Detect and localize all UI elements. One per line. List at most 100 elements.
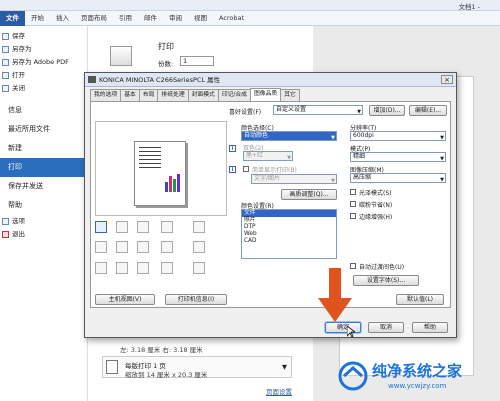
font-settings-button[interactable]: 设置字体(S)... <box>353 275 419 286</box>
close-icon[interactable]: × <box>441 75 453 84</box>
printer-info-button[interactable]: 打印机信息(I) <box>165 294 227 305</box>
tab-basic[interactable]: 基本 <box>120 89 140 101</box>
chevron-down-icon: ▼ <box>357 109 361 115</box>
list-item[interactable]: Web <box>242 231 336 238</box>
title-bar: 文档1 - <box>0 0 500 11</box>
option-icon[interactable] <box>193 221 205 233</box>
twocolor-select[interactable]: 黑+红 ▼ <box>243 151 293 161</box>
cancel-button[interactable]: 取消 <box>368 322 404 333</box>
option-icon[interactable] <box>193 241 205 253</box>
quality-adjust-button[interactable]: 画质调整(Q)... <box>281 189 337 200</box>
menu-save-as[interactable]: 另存为 <box>0 43 87 56</box>
option-icon[interactable] <box>116 221 128 233</box>
edge-enhance-checkbox[interactable] <box>350 213 356 219</box>
chevron-down-icon: ▼ <box>440 135 444 141</box>
favorite-select[interactable]: 自定义设置 ▼ <box>273 105 363 115</box>
watermark: 纯净系统之家 www.ycwjzy.com <box>338 358 496 398</box>
chevron-down-icon: ▼ <box>440 177 444 183</box>
menu-help[interactable]: 帮助 <box>0 196 87 215</box>
tab-view[interactable]: 视图 <box>188 11 213 26</box>
toner-save-checkbox[interactable] <box>350 201 356 207</box>
option-icon[interactable] <box>137 241 149 253</box>
print-title: 打印 <box>158 42 174 51</box>
menu-print[interactable]: 打印 <box>0 158 87 177</box>
list-item[interactable]: 照片 <box>242 217 336 224</box>
chevron-down-icon: ▼ <box>282 363 287 371</box>
tab-layout[interactable]: 布局 <box>138 89 159 101</box>
exit-icon <box>2 231 9 238</box>
simple-print-checkbox[interactable] <box>243 166 249 172</box>
pattern-select[interactable]: 精细 ▼ <box>350 152 446 162</box>
dialog-tabs: 我的选项 基本 布局 排纸处理 封面模式 印记/合成 图像品质 其它 <box>90 88 300 101</box>
tab-image-quality[interactable]: 图像品质 <box>249 88 282 101</box>
menu-recent[interactable]: 最近所用文件 <box>0 120 87 139</box>
menu-close[interactable]: 关闭 <box>0 82 87 95</box>
tab-home[interactable]: 开始 <box>25 11 50 26</box>
printer-view-button[interactable]: 主机视图(V) <box>95 294 155 305</box>
default-button[interactable]: 默认值(L) <box>396 294 444 305</box>
tab-file[interactable]: 文件 <box>0 11 25 26</box>
list-item[interactable]: CAD <box>242 238 336 245</box>
edit-button[interactable]: 编辑(E)... <box>409 105 447 116</box>
document-thumbnail <box>134 141 186 206</box>
option-icon[interactable] <box>95 241 107 253</box>
tab-cover-mode[interactable]: 封面模式 <box>187 89 219 101</box>
printer-icon <box>88 76 96 83</box>
option-icon[interactable] <box>161 241 173 253</box>
tab-other[interactable]: 其它 <box>280 89 300 101</box>
tab-my-options[interactable]: 我的选项 <box>90 89 122 101</box>
tab-review[interactable]: 审阅 <box>163 11 188 26</box>
toner-save-label: 碳粉节省(N) <box>359 202 393 209</box>
printer-icon[interactable] <box>110 46 132 66</box>
chevron-down-icon: ▼ <box>331 135 335 141</box>
resolution-select[interactable]: 600dpi ▼ <box>350 131 446 141</box>
option-icon[interactable] <box>116 262 128 274</box>
option-icon[interactable] <box>116 241 128 253</box>
menu-info[interactable]: 信息 <box>0 101 87 120</box>
tab-mailings[interactable]: 邮件 <box>138 11 163 26</box>
tab-references[interactable]: 引用 <box>113 11 138 26</box>
simple-print-select[interactable]: 文字/图片 ▼ <box>251 174 337 184</box>
close-doc-icon <box>2 85 9 92</box>
tab-finishing[interactable]: 排纸处理 <box>157 89 189 101</box>
watermark-url: www.ycwjzy.com <box>388 382 447 390</box>
list-item[interactable]: DTP <box>242 224 336 231</box>
menu-open[interactable]: 打开 <box>0 69 87 82</box>
option-icon[interactable] <box>193 262 205 274</box>
chart-thumbnail <box>164 172 182 192</box>
layout-icon-grid <box>95 219 227 289</box>
tab-layout[interactable]: 页面布局 <box>75 11 113 26</box>
tab-stamp[interactable]: 印记/合成 <box>217 89 251 101</box>
gloss-checkbox[interactable] <box>350 189 356 195</box>
simple-print-label: 简单显示打印(B) <box>252 167 297 174</box>
list-item[interactable]: 文件 <box>242 210 336 217</box>
menu-new[interactable]: 新建 <box>0 139 87 158</box>
add-button[interactable]: 增加(D)... <box>369 105 405 116</box>
page-setup-link[interactable]: 页面设置 <box>266 386 292 396</box>
menu-save[interactable]: 保存 <box>0 30 87 43</box>
compress-select[interactable]: 高压缩 ▼ <box>350 173 446 183</box>
pages-icon <box>106 360 118 374</box>
tab-acrobat[interactable]: Acrobat <box>213 11 250 26</box>
option-icon[interactable] <box>161 221 173 233</box>
option-icon[interactable] <box>161 262 173 274</box>
option-icon[interactable] <box>137 262 149 274</box>
menu-save-send[interactable]: 保存并发送 <box>0 177 87 196</box>
folder-icon <box>2 72 9 79</box>
watermark-logo-icon <box>338 361 368 391</box>
tab-insert[interactable]: 插入 <box>50 11 75 26</box>
help-button[interactable]: 帮助 <box>412 322 448 333</box>
menu-save-as-pdf[interactable]: 另存为 Adobe PDF <box>0 56 87 69</box>
option-icon[interactable] <box>95 221 107 233</box>
menu-exit[interactable]: 退出 <box>0 228 87 241</box>
option-icon[interactable] <box>95 262 107 274</box>
color-select-dropdown[interactable]: 自动颜色 ▼ <box>241 131 337 141</box>
menu-options[interactable]: 选项 <box>0 215 87 228</box>
ribbon-tabs: 文件 开始 插入 页面布局 引用 邮件 审阅 视图 Acrobat <box>0 11 500 26</box>
pages-per-sheet-select[interactable]: 每版打印 1 页 缩放到 14 厘米 x 20.3 厘米 ▼ <box>102 356 292 379</box>
option-icon[interactable] <box>137 221 149 233</box>
color-settings-list[interactable]: 文件 照片 DTP Web CAD <box>241 209 337 259</box>
copies-input[interactable]: 1 <box>180 56 214 66</box>
save-as-icon <box>2 46 9 53</box>
backstage-menu: 保存 另存为 另存为 Adobe PDF 打开 关闭 信息 最近所用文件 新建 … <box>0 26 88 401</box>
